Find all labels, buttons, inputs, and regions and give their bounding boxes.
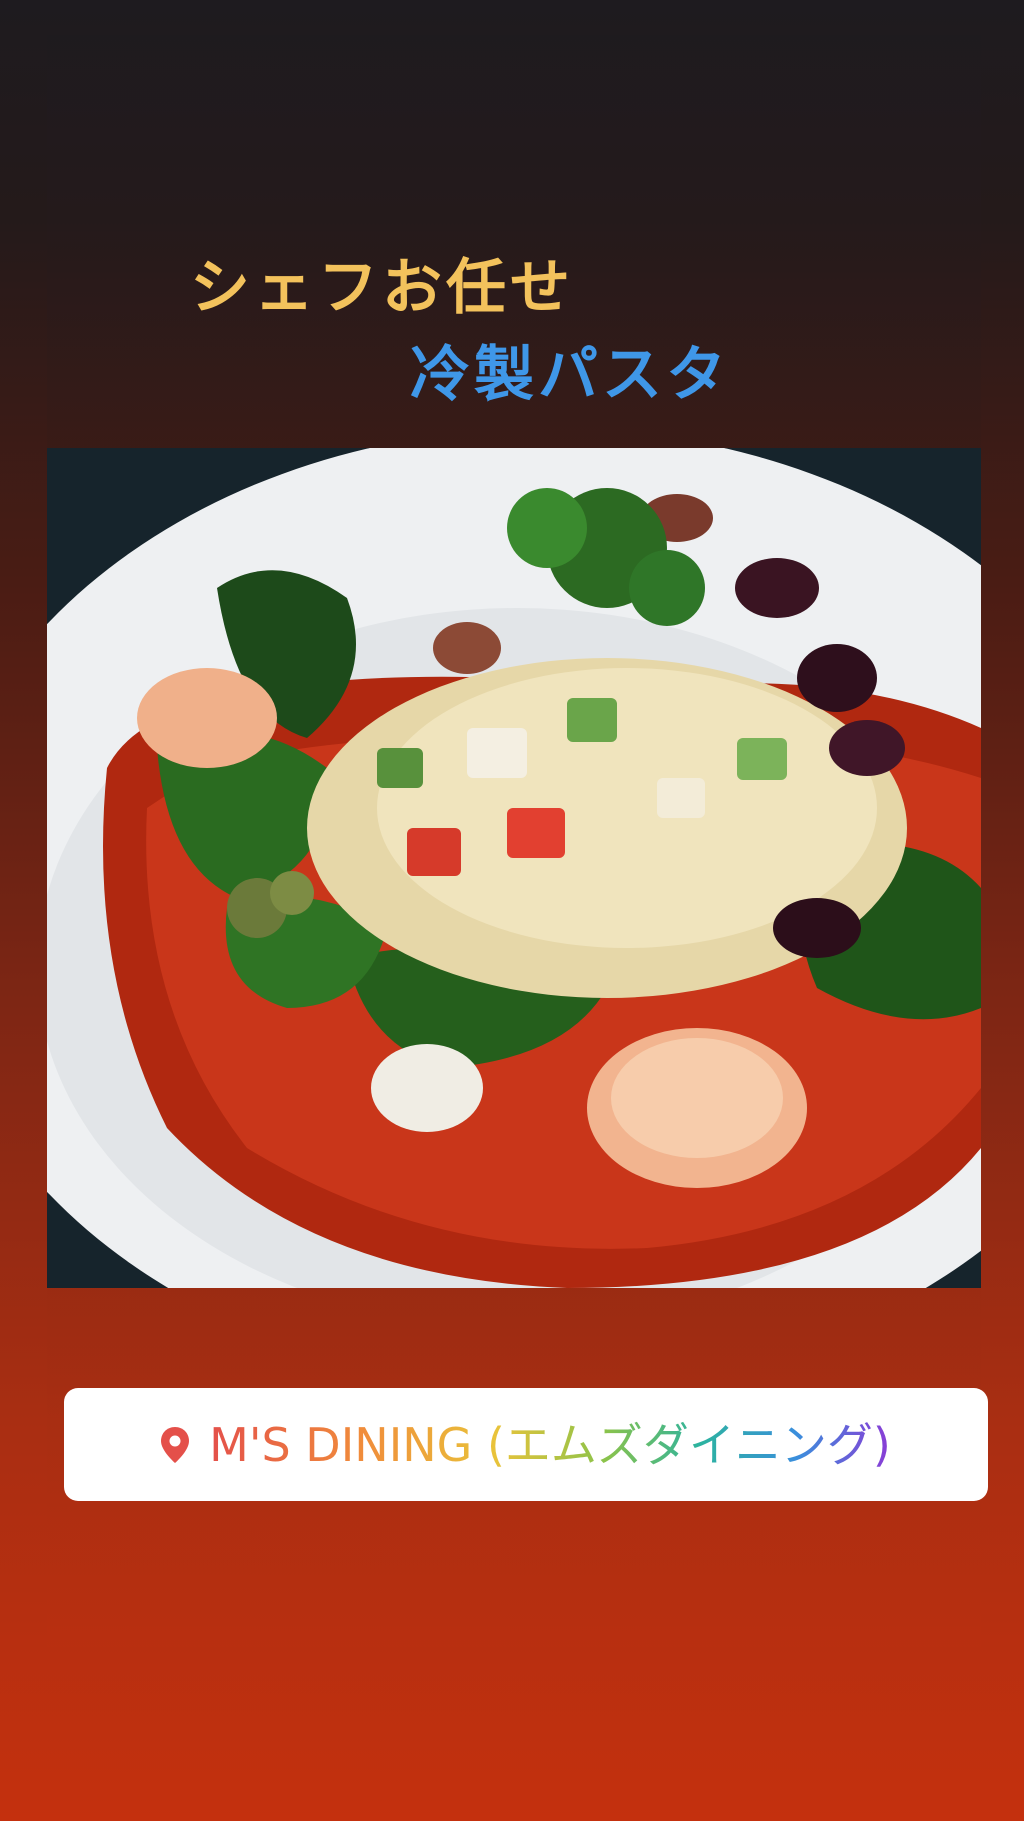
story-title-line1: シェフお任せ: [190, 253, 574, 323]
map-pin-icon: [161, 1426, 190, 1463]
story-title-line2: 冷製パスタ: [410, 340, 730, 410]
location-sticker[interactable]: M'S DINING (エムズダイニング): [64, 1388, 988, 1501]
dish-photo: [47, 448, 981, 1288]
location-label: M'S DINING (エムズダイニング): [209, 1415, 891, 1475]
